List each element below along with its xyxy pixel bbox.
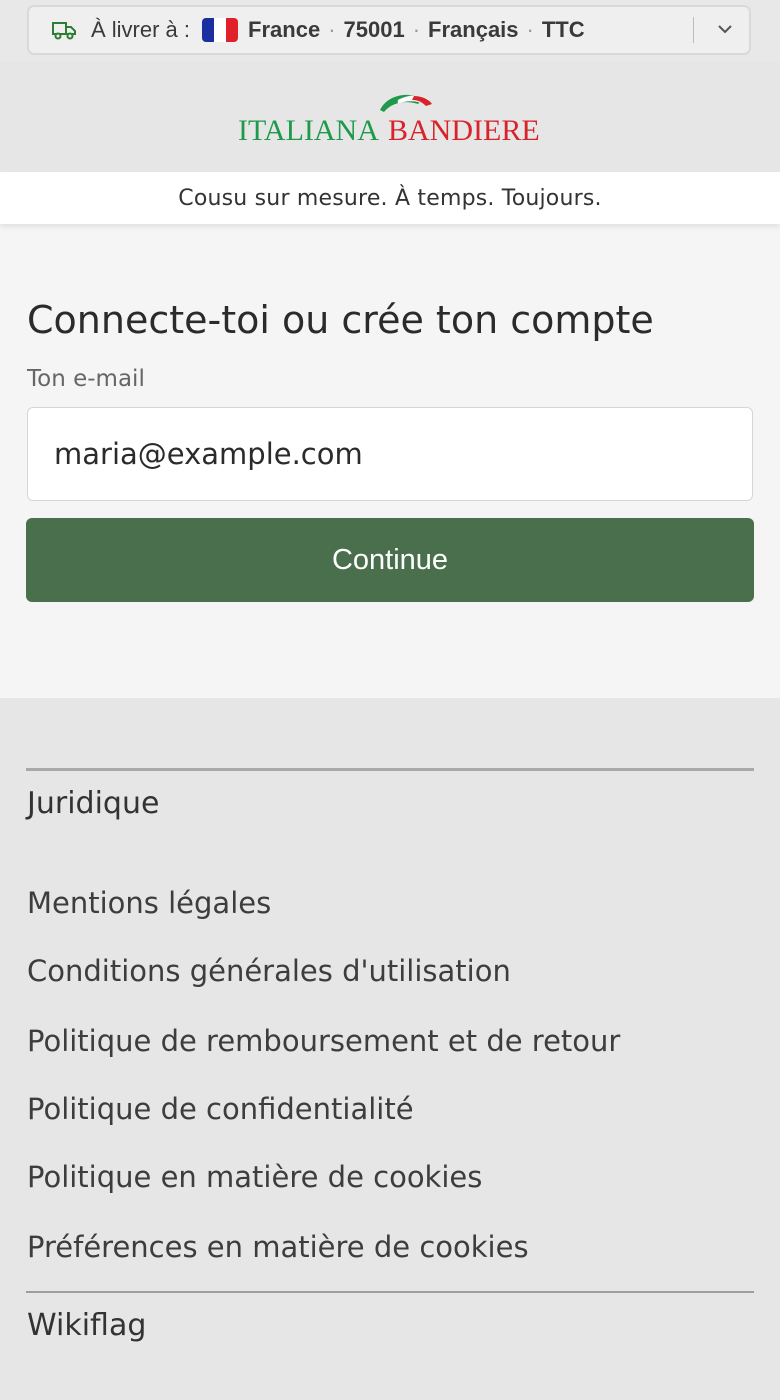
flag-france-icon — [202, 18, 239, 42]
divider — [693, 17, 694, 43]
shipping-selector[interactable]: À livrer à : France · 75001 · Français ·… — [27, 5, 751, 55]
brand-name-part2: BANDIERE — [388, 114, 540, 147]
divider — [26, 1291, 754, 1293]
footer-link-politique-cookies[interactable]: Politique en matière de cookies — [27, 1160, 482, 1194]
footer-link-conditions-generales[interactable]: Conditions générales d'utilisation — [27, 954, 511, 988]
separator-dot: · — [526, 17, 534, 42]
shipping-postcode: 75001 — [343, 17, 405, 42]
continue-button[interactable]: Continue — [26, 518, 754, 602]
divider — [26, 768, 754, 771]
email-field[interactable] — [27, 407, 753, 501]
shipping-tax: TTC — [541, 17, 585, 42]
tagline: Cousu sur mesure. À temps. Toujours. — [0, 172, 780, 224]
chevron-down-icon[interactable] — [715, 19, 735, 39]
footer-link-preferences-cookies[interactable]: Préférences en matière de cookies — [27, 1230, 529, 1264]
footer-section-title-juridique[interactable]: Juridique — [27, 786, 159, 821]
brand-logo[interactable]: ITALIANA BANDIERE — [238, 88, 548, 148]
footer-link-confidentialite[interactable]: Politique de confidentialité — [27, 1092, 414, 1126]
separator-dot: · — [328, 17, 336, 42]
header: ITALIANA BANDIERE — [0, 62, 780, 172]
footer-section-title-wikiflag[interactable]: Wikiflag — [27, 1308, 146, 1343]
email-label: Ton e-mail — [27, 366, 145, 392]
separator-dot: · — [412, 17, 421, 42]
footer-link-remboursement-retour[interactable]: Politique de remboursement et de retour — [27, 1024, 620, 1058]
shipping-language: Français — [428, 17, 519, 42]
shipping-label: À livrer à : — [91, 17, 191, 42]
page-title: Connecte-toi ou crée ton compte — [27, 298, 654, 342]
shipping-country: France — [248, 17, 321, 42]
truck-icon — [51, 19, 77, 41]
shipping-bar-container: À livrer à : France · 75001 · Français ·… — [0, 0, 780, 62]
footer-link-mentions-legales[interactable]: Mentions légales — [27, 886, 271, 920]
login-section: Connecte-toi ou crée ton compte Ton e-ma… — [0, 224, 780, 698]
footer: Juridique Mentions légales Conditions gé… — [0, 698, 780, 1400]
brand-name-part1: ITALIANA — [238, 114, 379, 147]
